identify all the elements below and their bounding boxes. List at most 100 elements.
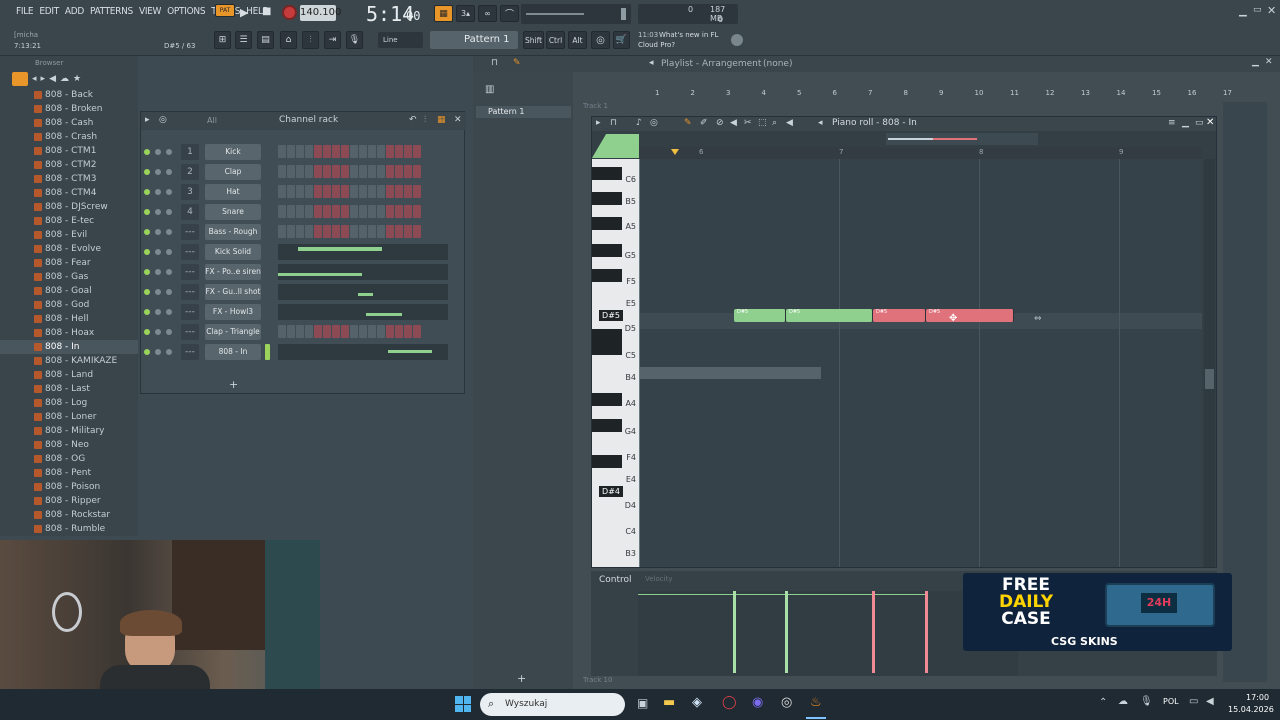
channel-name-button[interactable]: Kick Solid	[205, 244, 261, 260]
black-key[interactable]	[592, 269, 622, 282]
step-button[interactable]	[332, 225, 340, 238]
step-button[interactable]	[413, 205, 421, 218]
channel-mixer-track[interactable]: 2	[181, 164, 199, 180]
channel-mixer-track[interactable]: ---	[181, 304, 199, 320]
piano-roll-note[interactable]: D#5	[873, 309, 926, 322]
pr-magnet-icon[interactable]: ⊓	[610, 118, 617, 128]
pr-ghost-toggle[interactable]	[592, 134, 639, 158]
step-button[interactable]	[413, 185, 421, 198]
tray-weather-icon[interactable]: ☁	[1118, 696, 1128, 707]
browser-item[interactable]: 808 - Rumble	[0, 522, 138, 536]
rack-steps-icon[interactable]: ▦	[437, 115, 446, 125]
step-button[interactable]	[386, 325, 394, 338]
bar-number[interactable]: 11	[1010, 89, 1019, 97]
channel-name-button[interactable]: Bass - Rough	[205, 224, 261, 240]
news-icon[interactable]	[731, 34, 743, 46]
channel-volume-knob[interactable]	[166, 329, 172, 335]
step-button[interactable]	[386, 165, 394, 178]
close-icon[interactable]: ✕	[1267, 4, 1276, 17]
browser-back-icon[interactable]: ◂	[32, 74, 37, 84]
step-button[interactable]	[377, 205, 385, 218]
ctrl-key-button[interactable]: Ctrl	[546, 31, 565, 49]
playlist-draw-icon[interactable]: ✎	[513, 58, 521, 68]
step-button[interactable]	[368, 145, 376, 158]
step-button[interactable]	[296, 165, 304, 178]
browser-item[interactable]: 808 - Back	[0, 88, 138, 102]
step-button[interactable]	[386, 185, 394, 198]
step-button[interactable]	[359, 225, 367, 238]
piano-icon[interactable]: ▥	[485, 84, 494, 95]
pr-min-icon[interactable]: ▁	[1182, 118, 1189, 128]
browser-item[interactable]: 808 - Rockstar	[0, 508, 138, 522]
menu-add[interactable]: ADD	[63, 6, 86, 17]
browser-item[interactable]: 808 - CTM3	[0, 172, 138, 186]
pr-select-icon[interactable]: ⬚	[758, 118, 767, 128]
bar-number[interactable]: 3	[726, 89, 730, 97]
step-button[interactable]	[314, 145, 322, 158]
browser-star-icon[interactable]: ★	[73, 74, 81, 84]
step-button[interactable]	[413, 145, 421, 158]
step-button[interactable]	[287, 325, 295, 338]
maximize-icon[interactable]: ▭	[1253, 5, 1262, 15]
step-button[interactable]	[359, 165, 367, 178]
pr-scrollbar[interactable]	[886, 133, 1038, 145]
channel-name-button[interactable]: Snare	[205, 204, 261, 220]
step-button[interactable]	[368, 325, 376, 338]
channel-row[interactable]: --- Clap - Triangle	[141, 322, 466, 342]
step-button[interactable]	[404, 185, 412, 198]
browser-item[interactable]: 808 - Evil	[0, 228, 138, 242]
channel-mixer-track[interactable]: 4	[181, 204, 199, 220]
step-button[interactable]	[341, 145, 349, 158]
channel-mute-led[interactable]	[144, 149, 150, 155]
steam-icon[interactable]: ◈	[692, 695, 702, 710]
rack-filter[interactable]: All	[207, 116, 217, 125]
step-button[interactable]	[341, 165, 349, 178]
step-button[interactable]	[296, 325, 304, 338]
browser-item[interactable]: 808 - E-tec	[0, 214, 138, 228]
plugin-icon[interactable]: ⌂	[280, 31, 297, 49]
channel-name-button[interactable]: Kick	[205, 144, 261, 160]
pr-bar-number[interactable]: 6	[699, 148, 703, 156]
add-pattern-button[interactable]: +	[517, 672, 526, 685]
pr-stamp-icon[interactable]: ♪	[636, 118, 642, 128]
step-button[interactable]	[278, 165, 286, 178]
master-volume-slider[interactable]	[521, 4, 631, 24]
step-button[interactable]	[404, 165, 412, 178]
step-button[interactable]	[359, 185, 367, 198]
browser-item[interactable]: 808 - Log	[0, 396, 138, 410]
channel-mute-led[interactable]	[144, 229, 150, 235]
tempo-display[interactable]: 140.100	[300, 5, 341, 21]
piano-roll-note[interactable]: D#5	[926, 309, 1014, 322]
discord-icon[interactable]: ◉	[752, 695, 763, 710]
channel-name-button[interactable]: Hat	[205, 184, 261, 200]
menu-file[interactable]: FILE	[14, 6, 35, 17]
pr-options-icon[interactable]: ≡	[1168, 118, 1176, 128]
bar-number[interactable]: 16	[1188, 89, 1197, 97]
piano-roll-note[interactable]: D#5	[786, 309, 873, 322]
channel-mute-led[interactable]	[144, 249, 150, 255]
step-button[interactable]	[413, 165, 421, 178]
channel-pan-knob[interactable]	[155, 169, 161, 175]
bar-number[interactable]: 5	[797, 89, 801, 97]
channel-row[interactable]: --- FX - Po..e siren	[141, 262, 466, 282]
playlist-close-icon[interactable]: ✕	[1265, 57, 1273, 67]
menu-patterns[interactable]: PATTERNS	[88, 6, 135, 17]
channel-rack-icon[interactable]: ⇥	[324, 31, 341, 49]
browser-item[interactable]: 808 - Broken	[0, 102, 138, 116]
step-button[interactable]	[350, 205, 358, 218]
channel-volume-knob[interactable]	[166, 309, 172, 315]
browser-item[interactable]: 808 - Hoax	[0, 326, 138, 340]
step-button[interactable]	[314, 225, 322, 238]
rack-undo-icon[interactable]: ↶	[409, 115, 417, 125]
step-button[interactable]	[296, 185, 304, 198]
step-button[interactable]	[305, 205, 313, 218]
channel-volume-knob[interactable]	[166, 349, 172, 355]
rack-menu-icon[interactable]: ▸	[145, 115, 150, 125]
browser-item[interactable]: 808 - Gas	[0, 270, 138, 284]
step-button[interactable]	[287, 205, 295, 218]
tray-lang[interactable]: POL	[1163, 697, 1179, 706]
snap-icon[interactable]: ⊞	[214, 31, 231, 49]
channel-row[interactable]: 4 Snare	[141, 202, 466, 222]
bar-number[interactable]: 4	[762, 89, 766, 97]
piano-roll-note[interactable]: D#5	[734, 309, 786, 322]
